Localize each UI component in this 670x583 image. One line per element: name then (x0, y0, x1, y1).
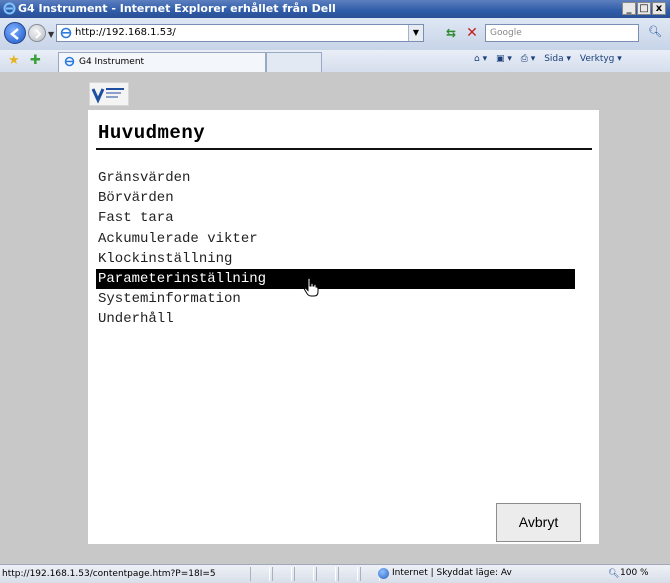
menu-item-klockinstallning[interactable]: Klockinställning (96, 249, 575, 269)
tab-bar: ★ ✚ G4 Instrument ⌂ ▾ ▣ ▾ ⎙ ▾ Sida ▾ Ver… (0, 50, 670, 73)
page-menu[interactable]: Sida ▾ (544, 54, 571, 64)
add-favorites-icon[interactable]: ✚ (30, 53, 41, 68)
back-arrow-icon (10, 28, 19, 40)
minimize-button[interactable]: _ (622, 2, 636, 15)
menu-item-systeminformation[interactable]: Systeminformation (96, 289, 575, 309)
address-toolbar: ▼ http://192.168.1.53/ ▼ ⇆ ✕ Google 🔍︎ (0, 18, 670, 50)
zoom-text: 100 % (620, 568, 649, 578)
window-title-bar: G4 Instrument - Internet Explorer erhåll… (0, 0, 670, 18)
close-button[interactable]: x (652, 2, 666, 15)
menu-item-gransvarden[interactable]: Gränsvärden (96, 168, 575, 188)
globe-icon (378, 568, 389, 579)
address-bar[interactable]: http://192.168.1.53/ ▼ (56, 24, 424, 42)
home-icon[interactable]: ⌂ ▾ (474, 54, 487, 64)
title-divider (96, 148, 592, 150)
menu-item-borvarden[interactable]: Börvärden (96, 188, 575, 208)
zoom-icon: 🔍︎ (608, 569, 620, 579)
window-title: G4 Instrument - Internet Explorer erhåll… (18, 2, 336, 15)
tab-g4-instrument[interactable]: G4 Instrument (58, 52, 266, 72)
tools-menu[interactable]: Verktyg ▾ (580, 54, 622, 64)
cancel-button[interactable]: Avbryt (496, 503, 581, 542)
page-icon (60, 27, 72, 39)
search-icon[interactable]: 🔍︎ (648, 25, 662, 38)
forward-arrow-icon (35, 29, 42, 39)
menu-item-ackumulerade-vikter[interactable]: Ackumulerade vikter (96, 229, 575, 249)
status-pane (360, 567, 380, 581)
status-url: http://192.168.1.53/contentpage.htm?P=18… (2, 569, 216, 579)
maximize-button[interactable]: □ (637, 2, 651, 15)
forward-button[interactable] (28, 24, 46, 42)
status-pane (250, 567, 270, 581)
menu-item-underhall[interactable]: Underhåll (96, 309, 575, 329)
hand-cursor-icon (303, 277, 319, 297)
tab-title: G4 Instrument (79, 57, 145, 67)
web-content: Huvudmeny Gränsvärden Börvärden Fast tar… (0, 72, 670, 564)
stop-button[interactable]: ✕ (464, 25, 480, 41)
address-url[interactable]: http://192.168.1.53/ (75, 27, 176, 38)
print-icon[interactable]: ⎙ ▾ (521, 54, 536, 64)
tab-page-icon (64, 56, 75, 67)
main-menu-panel: Huvudmeny Gränsvärden Börvärden Fast tar… (88, 110, 599, 544)
favorites-star-icon[interactable]: ★ (8, 53, 20, 68)
menu-item-fast-tara[interactable]: Fast tara (96, 208, 575, 228)
zoom-level[interactable]: 🔍︎ 100 % (608, 568, 649, 579)
status-pane (338, 567, 358, 581)
status-bar: http://192.168.1.53/contentpage.htm?P=18… (0, 564, 670, 583)
page-title: Huvudmeny (98, 122, 206, 144)
status-pane (272, 567, 292, 581)
search-placeholder: Google (490, 28, 522, 38)
vishay-logo-graphic (91, 88, 124, 104)
history-dropdown-icon[interactable]: ▼ (48, 30, 54, 39)
back-button[interactable] (4, 22, 26, 44)
main-menu-list: Gränsvärden Börvärden Fast tara Ackumule… (96, 168, 575, 330)
address-dropdown-icon[interactable]: ▼ (408, 25, 423, 41)
command-bar: ⌂ ▾ ▣ ▾ ⎙ ▾ Sida ▾ Verktyg ▾ (474, 54, 628, 64)
status-pane (316, 567, 336, 581)
security-zone-text: Internet | Skyddat läge: Av (392, 568, 512, 578)
refresh-button[interactable]: ⇆ (444, 26, 458, 40)
status-pane (294, 567, 314, 581)
feeds-icon[interactable]: ▣ ▾ (496, 54, 512, 64)
security-zone[interactable]: Internet | Skyddat läge: Av (378, 568, 512, 579)
internet-explorer-icon (3, 2, 16, 15)
menu-item-parameterinstallning[interactable]: Parameterinställning (96, 268, 575, 290)
search-input[interactable]: Google (485, 24, 639, 42)
new-tab-button[interactable] (266, 52, 322, 72)
vishay-logo (89, 82, 129, 106)
